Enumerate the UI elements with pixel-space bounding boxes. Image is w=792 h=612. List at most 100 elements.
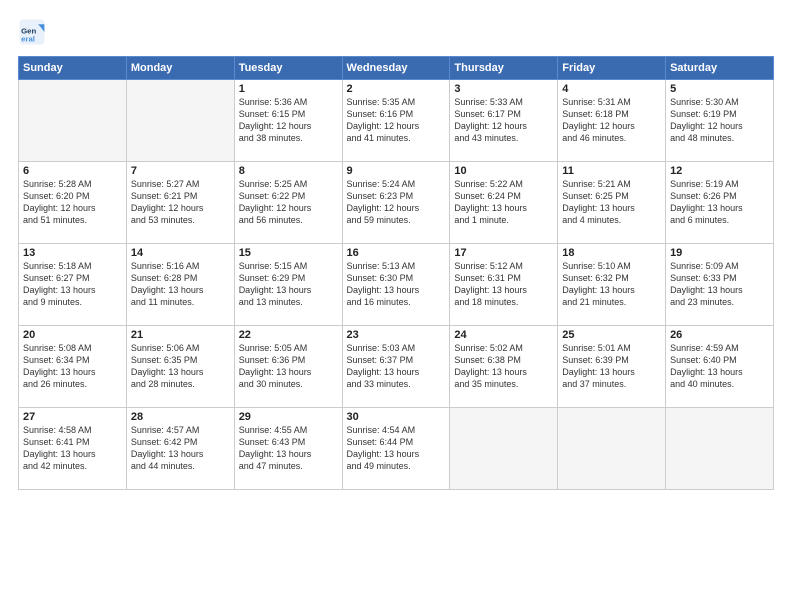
day-number: 2 xyxy=(347,83,446,95)
day-info: Sunrise: 5:03 AM Sunset: 6:37 PM Dayligh… xyxy=(347,342,446,391)
day-number: 7 xyxy=(131,165,230,177)
day-info: Sunrise: 5:25 AM Sunset: 6:22 PM Dayligh… xyxy=(239,178,338,227)
day-cell: 25Sunrise: 5:01 AM Sunset: 6:39 PM Dayli… xyxy=(558,326,666,408)
day-number: 4 xyxy=(562,83,661,95)
day-cell: 6Sunrise: 5:28 AM Sunset: 6:20 PM Daylig… xyxy=(19,162,127,244)
logo: Gen eral xyxy=(18,18,50,46)
weekday-header-wednesday: Wednesday xyxy=(342,57,450,80)
day-info: Sunrise: 5:08 AM Sunset: 6:34 PM Dayligh… xyxy=(23,342,122,391)
day-number: 30 xyxy=(347,411,446,423)
day-info: Sunrise: 5:22 AM Sunset: 6:24 PM Dayligh… xyxy=(454,178,553,227)
week-row-1: 1Sunrise: 5:36 AM Sunset: 6:15 PM Daylig… xyxy=(19,80,774,162)
calendar: SundayMondayTuesdayWednesdayThursdayFrid… xyxy=(18,56,774,490)
day-info: Sunrise: 5:06 AM Sunset: 6:35 PM Dayligh… xyxy=(131,342,230,391)
day-info: Sunrise: 4:59 AM Sunset: 6:40 PM Dayligh… xyxy=(670,342,769,391)
day-number: 18 xyxy=(562,247,661,259)
weekday-header-monday: Monday xyxy=(126,57,234,80)
day-info: Sunrise: 5:24 AM Sunset: 6:23 PM Dayligh… xyxy=(347,178,446,227)
day-info: Sunrise: 5:19 AM Sunset: 6:26 PM Dayligh… xyxy=(670,178,769,227)
day-number: 13 xyxy=(23,247,122,259)
weekday-header-saturday: Saturday xyxy=(666,57,774,80)
day-info: Sunrise: 4:58 AM Sunset: 6:41 PM Dayligh… xyxy=(23,424,122,473)
day-info: Sunrise: 5:18 AM Sunset: 6:27 PM Dayligh… xyxy=(23,260,122,309)
day-cell: 15Sunrise: 5:15 AM Sunset: 6:29 PM Dayli… xyxy=(234,244,342,326)
day-cell: 11Sunrise: 5:21 AM Sunset: 6:25 PM Dayli… xyxy=(558,162,666,244)
day-number: 16 xyxy=(347,247,446,259)
day-info: Sunrise: 4:57 AM Sunset: 6:42 PM Dayligh… xyxy=(131,424,230,473)
day-cell xyxy=(126,80,234,162)
svg-text:eral: eral xyxy=(21,34,35,43)
day-cell: 8Sunrise: 5:25 AM Sunset: 6:22 PM Daylig… xyxy=(234,162,342,244)
day-cell: 7Sunrise: 5:27 AM Sunset: 6:21 PM Daylig… xyxy=(126,162,234,244)
day-cell: 16Sunrise: 5:13 AM Sunset: 6:30 PM Dayli… xyxy=(342,244,450,326)
day-number: 1 xyxy=(239,83,338,95)
day-info: Sunrise: 5:09 AM Sunset: 6:33 PM Dayligh… xyxy=(670,260,769,309)
day-cell: 3Sunrise: 5:33 AM Sunset: 6:17 PM Daylig… xyxy=(450,80,558,162)
week-row-4: 20Sunrise: 5:08 AM Sunset: 6:34 PM Dayli… xyxy=(19,326,774,408)
day-info: Sunrise: 5:33 AM Sunset: 6:17 PM Dayligh… xyxy=(454,96,553,145)
day-number: 27 xyxy=(23,411,122,423)
day-cell xyxy=(19,80,127,162)
day-cell: 29Sunrise: 4:55 AM Sunset: 6:43 PM Dayli… xyxy=(234,408,342,490)
day-cell: 30Sunrise: 4:54 AM Sunset: 6:44 PM Dayli… xyxy=(342,408,450,490)
day-number: 29 xyxy=(239,411,338,423)
day-cell: 18Sunrise: 5:10 AM Sunset: 6:32 PM Dayli… xyxy=(558,244,666,326)
day-info: Sunrise: 5:13 AM Sunset: 6:30 PM Dayligh… xyxy=(347,260,446,309)
day-info: Sunrise: 5:27 AM Sunset: 6:21 PM Dayligh… xyxy=(131,178,230,227)
day-cell xyxy=(558,408,666,490)
day-info: Sunrise: 5:05 AM Sunset: 6:36 PM Dayligh… xyxy=(239,342,338,391)
day-cell: 4Sunrise: 5:31 AM Sunset: 6:18 PM Daylig… xyxy=(558,80,666,162)
day-cell: 10Sunrise: 5:22 AM Sunset: 6:24 PM Dayli… xyxy=(450,162,558,244)
day-info: Sunrise: 5:16 AM Sunset: 6:28 PM Dayligh… xyxy=(131,260,230,309)
day-info: Sunrise: 5:21 AM Sunset: 6:25 PM Dayligh… xyxy=(562,178,661,227)
header: Gen eral xyxy=(18,18,774,46)
day-cell: 27Sunrise: 4:58 AM Sunset: 6:41 PM Dayli… xyxy=(19,408,127,490)
day-info: Sunrise: 5:01 AM Sunset: 6:39 PM Dayligh… xyxy=(562,342,661,391)
day-cell: 17Sunrise: 5:12 AM Sunset: 6:31 PM Dayli… xyxy=(450,244,558,326)
page: Gen eral SundayMondayTuesdayWednesdayThu… xyxy=(0,0,792,612)
day-info: Sunrise: 5:10 AM Sunset: 6:32 PM Dayligh… xyxy=(562,260,661,309)
day-number: 24 xyxy=(454,329,553,341)
day-cell: 12Sunrise: 5:19 AM Sunset: 6:26 PM Dayli… xyxy=(666,162,774,244)
day-cell: 24Sunrise: 5:02 AM Sunset: 6:38 PM Dayli… xyxy=(450,326,558,408)
day-number: 25 xyxy=(562,329,661,341)
weekday-header-friday: Friday xyxy=(558,57,666,80)
week-row-3: 13Sunrise: 5:18 AM Sunset: 6:27 PM Dayli… xyxy=(19,244,774,326)
day-cell xyxy=(450,408,558,490)
day-cell: 14Sunrise: 5:16 AM Sunset: 6:28 PM Dayli… xyxy=(126,244,234,326)
day-number: 3 xyxy=(454,83,553,95)
day-number: 10 xyxy=(454,165,553,177)
day-info: Sunrise: 4:55 AM Sunset: 6:43 PM Dayligh… xyxy=(239,424,338,473)
day-info: Sunrise: 4:54 AM Sunset: 6:44 PM Dayligh… xyxy=(347,424,446,473)
day-number: 21 xyxy=(131,329,230,341)
day-info: Sunrise: 5:31 AM Sunset: 6:18 PM Dayligh… xyxy=(562,96,661,145)
day-number: 9 xyxy=(347,165,446,177)
day-info: Sunrise: 5:36 AM Sunset: 6:15 PM Dayligh… xyxy=(239,96,338,145)
day-number: 6 xyxy=(23,165,122,177)
day-info: Sunrise: 5:12 AM Sunset: 6:31 PM Dayligh… xyxy=(454,260,553,309)
day-cell: 22Sunrise: 5:05 AM Sunset: 6:36 PM Dayli… xyxy=(234,326,342,408)
day-info: Sunrise: 5:02 AM Sunset: 6:38 PM Dayligh… xyxy=(454,342,553,391)
day-info: Sunrise: 5:30 AM Sunset: 6:19 PM Dayligh… xyxy=(670,96,769,145)
week-row-2: 6Sunrise: 5:28 AM Sunset: 6:20 PM Daylig… xyxy=(19,162,774,244)
day-number: 15 xyxy=(239,247,338,259)
day-number: 20 xyxy=(23,329,122,341)
weekday-header-tuesday: Tuesday xyxy=(234,57,342,80)
day-cell: 28Sunrise: 4:57 AM Sunset: 6:42 PM Dayli… xyxy=(126,408,234,490)
day-number: 23 xyxy=(347,329,446,341)
day-cell: 2Sunrise: 5:35 AM Sunset: 6:16 PM Daylig… xyxy=(342,80,450,162)
weekday-header-thursday: Thursday xyxy=(450,57,558,80)
day-cell: 23Sunrise: 5:03 AM Sunset: 6:37 PM Dayli… xyxy=(342,326,450,408)
day-cell: 26Sunrise: 4:59 AM Sunset: 6:40 PM Dayli… xyxy=(666,326,774,408)
day-number: 17 xyxy=(454,247,553,259)
day-number: 5 xyxy=(670,83,769,95)
weekday-header-row: SundayMondayTuesdayWednesdayThursdayFrid… xyxy=(19,57,774,80)
day-number: 12 xyxy=(670,165,769,177)
logo-icon: Gen eral xyxy=(18,18,46,46)
day-number: 19 xyxy=(670,247,769,259)
day-number: 22 xyxy=(239,329,338,341)
day-number: 26 xyxy=(670,329,769,341)
day-cell: 1Sunrise: 5:36 AM Sunset: 6:15 PM Daylig… xyxy=(234,80,342,162)
day-cell: 5Sunrise: 5:30 AM Sunset: 6:19 PM Daylig… xyxy=(666,80,774,162)
day-cell: 20Sunrise: 5:08 AM Sunset: 6:34 PM Dayli… xyxy=(19,326,127,408)
